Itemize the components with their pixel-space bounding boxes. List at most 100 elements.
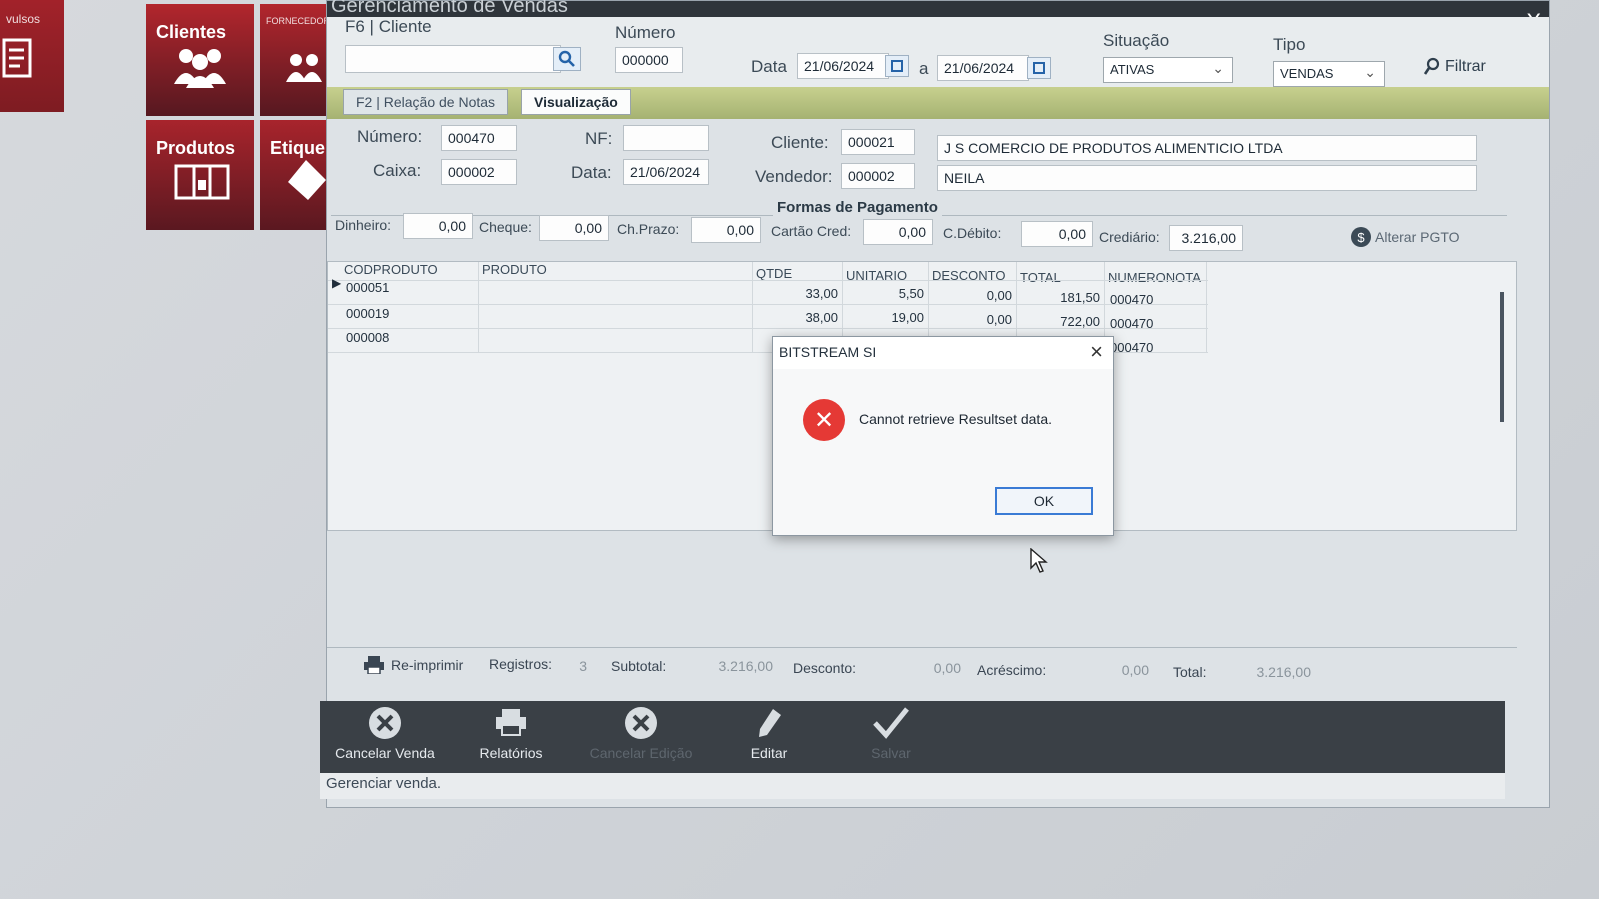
table-row-1-desc[interactable]: 0,00 bbox=[932, 288, 1012, 303]
col-header-produto[interactable]: PRODUTO bbox=[482, 262, 547, 277]
table-row-2-unit[interactable]: 19,00 bbox=[844, 310, 924, 325]
error-dialog: BITSTREAM SI × ✕ Cannot retrieve Results… bbox=[772, 336, 1114, 536]
registros-label: Registros: bbox=[489, 656, 553, 672]
acrescimo-label: Acréscimo: bbox=[977, 662, 1047, 678]
current-row-indicator-icon: ▶ bbox=[332, 276, 342, 290]
chprazo-field[interactable]: 0,00 bbox=[691, 217, 761, 243]
editar-button[interactable]: Editar bbox=[704, 701, 834, 773]
search-button[interactable] bbox=[553, 47, 581, 71]
dialog-close-button[interactable]: × bbox=[1090, 339, 1103, 365]
cartao-field[interactable]: 0,00 bbox=[863, 219, 933, 245]
tile-avulsos[interactable]: vulsos bbox=[0, 0, 64, 112]
tile-produtos[interactable]: Produtos bbox=[146, 120, 254, 230]
ok-button[interactable]: OK bbox=[995, 487, 1093, 515]
table-row-2-total[interactable]: 722,00 bbox=[1018, 314, 1100, 329]
table-row-2-cod[interactable]: 000019 bbox=[346, 306, 389, 321]
desconto-label: Desconto: bbox=[793, 660, 857, 676]
dinheiro-field[interactable]: 0,00 bbox=[403, 213, 473, 239]
col-header-numeronota[interactable]: NUMERONOTA bbox=[1108, 270, 1201, 285]
cliente-label: Cliente: bbox=[771, 133, 829, 152]
subtotal-value: 3.216,00 bbox=[718, 658, 774, 674]
dollar-icon: $ bbox=[1351, 227, 1371, 247]
numero-filter-input[interactable]: 000000 bbox=[615, 47, 683, 73]
cancelar-venda-button[interactable]: Cancelar Venda bbox=[320, 701, 450, 773]
table-row-1-total[interactable]: 181,50 bbox=[1018, 290, 1100, 305]
situacao-value: ATIVAS bbox=[1110, 62, 1155, 77]
cheque-field[interactable]: 0,00 bbox=[539, 215, 609, 241]
data-field[interactable]: 21/06/2024 bbox=[623, 159, 709, 185]
caixa-label: Caixa: bbox=[373, 161, 422, 180]
people-icon bbox=[174, 49, 226, 88]
chprazo-label: Ch.Prazo: bbox=[617, 221, 680, 237]
table-row-2-desc[interactable]: 0,00 bbox=[932, 312, 1012, 327]
tipo-value: VENDAS bbox=[1280, 66, 1334, 81]
action-bar: Cancelar Venda Relatórios Cancelar Ediçã… bbox=[320, 701, 1505, 773]
mouse-cursor-icon bbox=[1030, 548, 1048, 573]
dinheiro-label: Dinheiro: bbox=[335, 217, 392, 233]
calendar-icon bbox=[1033, 62, 1045, 74]
numero-field[interactable]: 000470 bbox=[441, 125, 517, 151]
cancelar-edicao-button[interactable]: Cancelar Edição bbox=[576, 701, 706, 773]
vendedor-name-field[interactable]: NEILA bbox=[937, 165, 1477, 191]
vendedor-label: Vendedor: bbox=[755, 167, 833, 186]
col-header-total[interactable]: TOTAL bbox=[1020, 270, 1061, 285]
acrescimo-value: 0,00 bbox=[1121, 662, 1149, 678]
table-row-3-cod[interactable]: 000008 bbox=[346, 330, 389, 345]
salvar-label: Salvar bbox=[871, 745, 911, 761]
vendedor-code-field[interactable]: 000002 bbox=[841, 163, 915, 189]
tab-relacao-notas[interactable]: F2 | Relação de Notas bbox=[343, 89, 509, 115]
cancelar-venda-label: Cancelar Venda bbox=[335, 745, 435, 761]
cliente-name-field[interactable]: J S COMERCIO DE PRODUTOS ALIMENTICIO LTD… bbox=[937, 135, 1477, 161]
calendar-to-button[interactable] bbox=[1027, 57, 1051, 79]
filtrar-label: Filtrar bbox=[1445, 58, 1486, 75]
cliente-code-field[interactable]: 000021 bbox=[841, 129, 915, 155]
crediario-field[interactable]: 3.216,00 bbox=[1169, 225, 1243, 251]
col-header-qtde[interactable]: QTDE bbox=[756, 266, 792, 281]
situacao-select[interactable]: ATIVAS ⌄ bbox=[1103, 57, 1233, 83]
grid-scrollbar[interactable] bbox=[1500, 292, 1504, 422]
table-row-1-unit[interactable]: 5,50 bbox=[844, 286, 924, 301]
salvar-button[interactable]: Salvar bbox=[826, 701, 956, 773]
debito-label: C.Débito: bbox=[943, 225, 1002, 241]
tile-etiquetas[interactable]: Etique bbox=[260, 120, 326, 230]
filtrar-button[interactable]: Filtrar bbox=[1423, 57, 1486, 77]
total-label: Total: bbox=[1173, 664, 1207, 680]
table-row-1-qtde[interactable]: 33,00 bbox=[758, 286, 838, 301]
nf-field[interactable] bbox=[623, 125, 709, 151]
reimprimir-button[interactable]: Re-imprimir bbox=[363, 656, 463, 674]
box-icon bbox=[174, 164, 230, 200]
tab-visualizacao[interactable]: Visualização bbox=[521, 89, 631, 115]
relatorios-button[interactable]: Relatórios bbox=[446, 701, 576, 773]
checkmark-icon bbox=[873, 707, 909, 739]
data-to-input[interactable]: 21/06/2024 bbox=[937, 55, 1029, 81]
relatorios-label: Relatórios bbox=[479, 745, 543, 761]
alterar-pgto-button[interactable]: $ Alterar PGTO bbox=[1351, 227, 1460, 247]
grid-divider bbox=[328, 304, 1208, 305]
numero-filter-label: Número bbox=[615, 23, 676, 42]
debito-field[interactable]: 0,00 bbox=[1021, 221, 1093, 247]
data-from-input[interactable]: 21/06/2024 bbox=[797, 53, 889, 79]
col-header-codproduto[interactable]: CODPRODUTO bbox=[344, 262, 438, 277]
tab-bar: F2 | Relação de Notas Visualização bbox=[327, 87, 1549, 119]
suppliers-icon bbox=[286, 54, 322, 82]
desconto-value: 0,00 bbox=[933, 660, 961, 676]
cancelar-edicao-label: Cancelar Edição bbox=[589, 745, 693, 761]
pencil-icon bbox=[759, 709, 781, 737]
reimprimir-label: Re-imprimir bbox=[391, 657, 464, 673]
chevron-down-icon: ⌄ bbox=[1212, 60, 1224, 76]
table-row-1-cod[interactable]: 000051 bbox=[346, 280, 389, 295]
crediario-label: Crediário: bbox=[1099, 229, 1160, 245]
cliente-filter-input[interactable] bbox=[345, 45, 561, 73]
data-label: Data: bbox=[571, 163, 612, 182]
tile-clientes[interactable]: Clientes bbox=[146, 4, 254, 116]
tipo-select[interactable]: VENDAS ⌄ bbox=[1273, 61, 1385, 87]
tile-fornecedores[interactable]: FORNECEDORES bbox=[260, 4, 326, 116]
search-icon bbox=[558, 50, 575, 67]
tile-etiquetas-label: Etique bbox=[270, 138, 326, 158]
cancel-circle-icon bbox=[625, 707, 657, 739]
nf-label: NF: bbox=[585, 129, 613, 148]
printer-icon bbox=[496, 709, 526, 736]
caixa-field[interactable]: 000002 bbox=[441, 159, 517, 185]
calendar-from-button[interactable] bbox=[885, 55, 909, 77]
table-row-2-qtde[interactable]: 38,00 bbox=[758, 310, 838, 325]
